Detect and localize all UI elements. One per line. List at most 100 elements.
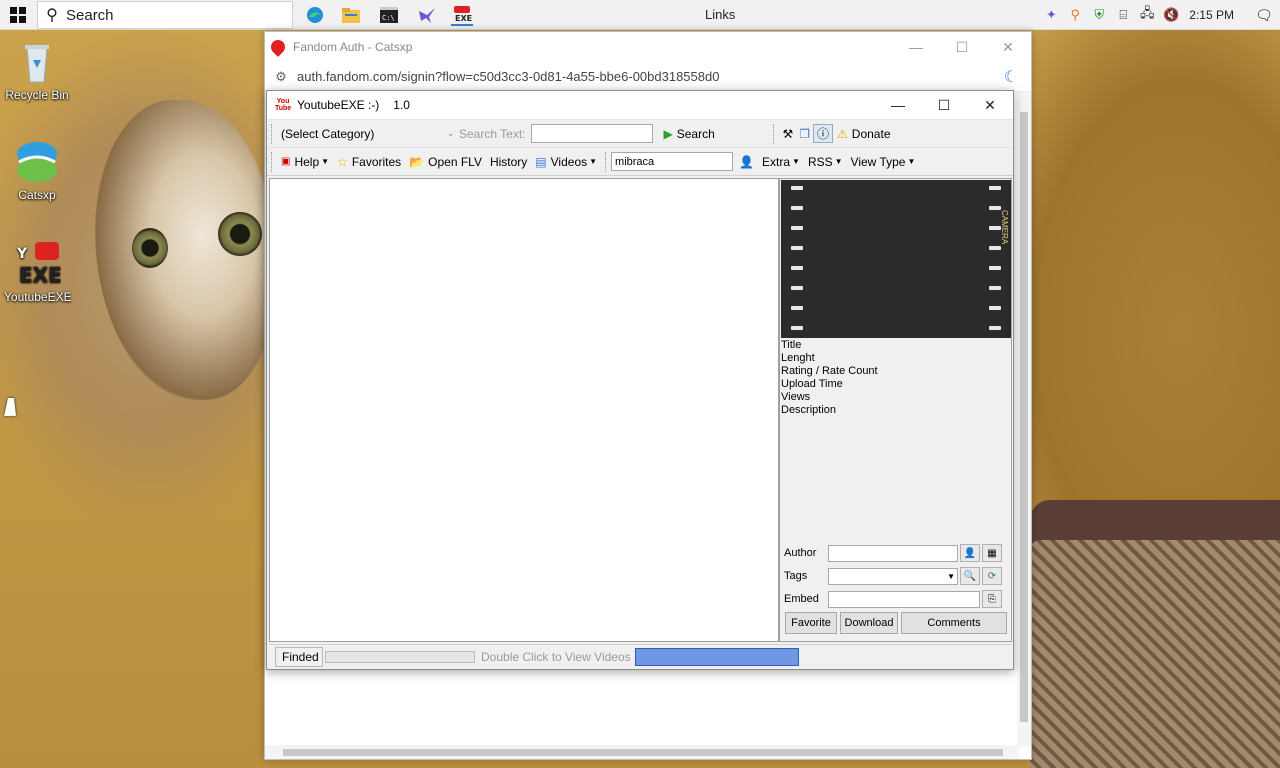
status-state: Finded <box>275 646 323 667</box>
browser-close-button[interactable]: ✕ <box>985 32 1031 62</box>
player-tag: CAMERA <box>1000 210 1009 245</box>
maximize-button[interactable]: ☐ <box>921 91 967 119</box>
view-type-label: View Type <box>850 154 906 169</box>
query-input[interactable] <box>611 152 734 171</box>
svg-text:EXE: EXE <box>19 263 61 287</box>
desktop-icon-label: Recycle Bin <box>5 88 69 102</box>
minimize-button[interactable]: — <box>875 91 921 119</box>
clock[interactable]: 2:15 PM <box>1183 8 1248 22</box>
close-button[interactable]: ✕ <box>967 91 1013 119</box>
chevron-down-icon[interactable]: ▼ <box>947 572 955 581</box>
extra-menu[interactable]: Extra ▼ <box>758 155 804 169</box>
favorites-button[interactable]: ☆ Favorites <box>333 155 405 169</box>
file-explorer-icon[interactable] <box>340 4 362 26</box>
tag-refresh-icon[interactable]: ⟳ <box>982 567 1002 585</box>
author-profile-icon[interactable]: 👤 <box>960 544 980 562</box>
edge-icon[interactable] <box>304 4 326 26</box>
youtube-help-icon: ▣ <box>281 156 291 167</box>
window-icon[interactable]: ❐ <box>796 127 813 141</box>
copy-embed-icon[interactable]: ⎘ <box>982 590 1002 608</box>
desktop-icon-youtubeexe[interactable]: Y EXE YoutubeEXE <box>4 240 72 304</box>
dark-mode-icon[interactable]: ☾ <box>991 67 1031 87</box>
desktop-icon-catsxp[interactable]: Catsxp <box>4 138 70 202</box>
tags-combobox[interactable]: ▼ <box>828 567 958 585</box>
info-description: Description <box>781 404 837 416</box>
info-icon[interactable]: ⓘ <box>813 124 834 143</box>
search-text-input[interactable] <box>531 124 654 143</box>
wallpaper-cat-eye <box>218 212 262 256</box>
tools-icon[interactable]: ⚒ <box>779 127 796 141</box>
youtubeexe-titlebar[interactable]: You Tube YoutubeEXE :-) 1.0 — ☐ ✕ <box>267 91 1013 119</box>
browser-maximize-button[interactable]: ☐ <box>939 32 985 62</box>
toolbar-grip[interactable] <box>605 151 608 172</box>
usb-icon[interactable]: ⌸ <box>1111 0 1135 30</box>
history-button[interactable]: History <box>486 155 531 169</box>
help-menu[interactable]: ▣ Help ▼ <box>277 155 333 169</box>
shield-icon[interactable]: ⛨ <box>1087 0 1111 30</box>
dropdown-caret-icon: ▼ <box>589 157 598 166</box>
browser-minimize-button[interactable]: — <box>893 32 939 62</box>
tags-row: Tags ▼ 🔍 ⟳ <box>784 567 1002 585</box>
videos-menu[interactable]: ▤ Videos ▼ <box>531 155 601 169</box>
embed-input[interactable] <box>828 590 980 608</box>
toolbar-grip[interactable] <box>271 151 274 172</box>
author-input[interactable] <box>828 544 958 562</box>
bird-tray-icon[interactable]: ✦ <box>1039 0 1063 30</box>
author-channel-icon[interactable]: ▦ <box>982 544 1002 562</box>
donate-button[interactable]: ⚠ Donate <box>833 127 894 141</box>
history-label: History <box>489 154 528 169</box>
browser-vertical-scrollbar[interactable] <box>1017 92 1031 747</box>
star-icon: ☆ <box>337 154 348 169</box>
category-select[interactable]: (Select Category) <box>277 127 447 141</box>
info-views: Views <box>781 391 811 403</box>
download-button[interactable]: Download <box>840 612 898 634</box>
tag-search-icon[interactable]: 🔍 <box>960 567 980 585</box>
site-info-icon[interactable]: ⚙ <box>265 69 297 85</box>
volume-muted-icon[interactable]: 🔇 <box>1159 0 1183 30</box>
fandom-favicon-icon <box>268 37 288 57</box>
video-player[interactable]: CAMERA <box>781 180 1011 338</box>
desktop-icon-recycle-bin[interactable]: Recycle Bin <box>4 38 70 102</box>
desktop-icon-label: YoutubeEXE <box>4 290 72 304</box>
address-bar[interactable]: ⚙ auth.fandom.com/signin?flow=c50d3cc3-0… <box>265 62 1031 92</box>
download-button-label: Download <box>844 617 894 629</box>
tags-label: Tags <box>784 570 808 582</box>
start-button[interactable] <box>0 0 36 30</box>
embed-row: Embed ⎘ <box>784 590 1002 608</box>
notification-icon[interactable]: 🗨 <box>1248 0 1280 30</box>
toolbar-grip[interactable] <box>271 123 274 144</box>
search-button[interactable]: ▶ Search <box>659 127 769 141</box>
favorite-button[interactable]: Favorite <box>785 612 837 634</box>
taskbar-links-label[interactable]: Links <box>705 7 735 22</box>
info-length: Lenght <box>781 352 815 364</box>
app-title: YoutubeEXE :-) <box>297 98 380 112</box>
category-dropdown-icon[interactable]: ⌄ <box>447 128 455 139</box>
network-icon[interactable]: 🖧 <box>1135 0 1159 30</box>
user-search-icon[interactable]: 👤 <box>735 155 758 169</box>
terminal-icon[interactable]: C:\ <box>378 4 400 26</box>
embed-label: Embed <box>784 593 819 605</box>
warning-icon: ⚠ <box>837 126 848 141</box>
taskbar-search[interactable]: ⚲ Search <box>37 1 293 29</box>
browser-titlebar[interactable]: Fandom Auth - Catsxp — ☐ ✕ <box>265 32 1031 62</box>
rss-menu[interactable]: RSS ▼ <box>804 155 847 169</box>
open-flv-button[interactable]: 📂 Open FLV <box>405 155 486 169</box>
favorite-button-label: Favorite <box>791 617 831 629</box>
comments-button[interactable]: Comments <box>901 612 1007 634</box>
video-list-panel[interactable] <box>269 178 779 642</box>
svg-text:EXE: EXE <box>455 14 472 23</box>
search-text-label: Search Text: <box>459 126 526 141</box>
bird-app-icon[interactable] <box>416 4 438 26</box>
status-hint: Double Click to View Videos <box>481 649 631 664</box>
author-row: Author 👤 ▦ <box>784 544 1002 562</box>
browser-horizontal-scrollbar[interactable] <box>265 745 1019 759</box>
status-progress-bar <box>325 650 475 663</box>
view-type-menu[interactable]: View Type ▼ <box>847 155 920 169</box>
video-info: Title Lenght Rating / Rate Count Upload … <box>781 339 878 417</box>
url-text[interactable]: auth.fandom.com/signin?flow=c50d3cc3-0d8… <box>297 69 991 84</box>
svg-text:C:\: C:\ <box>382 14 395 22</box>
toolbar-grip[interactable] <box>773 123 776 144</box>
youtubeexe-taskbar-icon[interactable]: EXE <box>451 4 473 26</box>
search-tray-icon[interactable]: ⚲ <box>1063 0 1087 30</box>
main-toolbar: ▣ Help ▼ ☆ Favorites 📂 Open FLV History ▤… <box>267 147 1013 176</box>
